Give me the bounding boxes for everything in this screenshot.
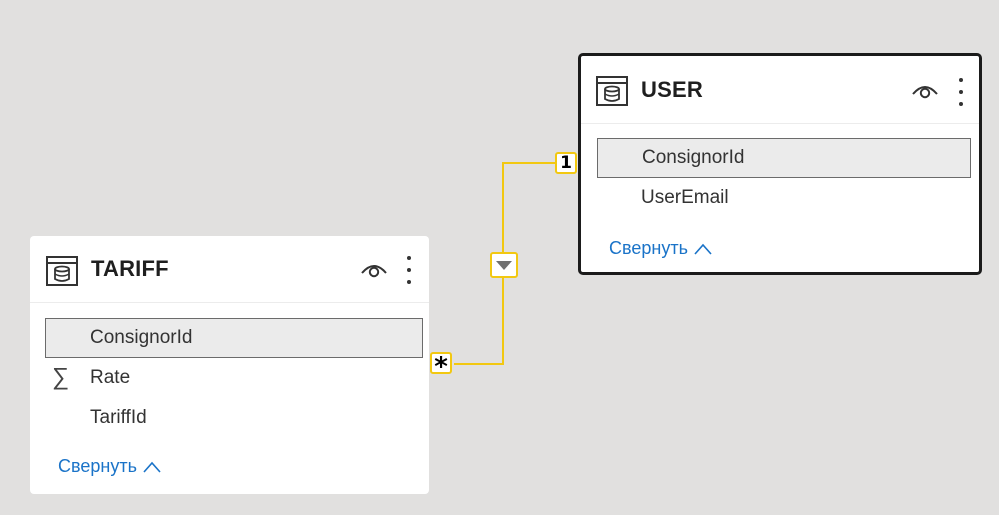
field-consignorid[interactable]: ConsignorId xyxy=(45,318,423,358)
table-card-user[interactable]: USER ConsignorId UserEmail Свернуть xyxy=(578,53,982,275)
more-options-icon[interactable] xyxy=(956,78,966,106)
chevron-up-icon xyxy=(143,461,161,473)
collapse-label: Свернуть xyxy=(58,456,137,476)
table-title: USER xyxy=(641,77,703,102)
field-tariffid[interactable]: TariffId xyxy=(30,398,429,438)
cardinality-one-badge: 1 xyxy=(555,152,577,174)
cardinality-many-label: * xyxy=(434,351,448,382)
table-header[interactable]: USER xyxy=(581,56,979,124)
field-rate[interactable]: ∑ Rate xyxy=(30,358,429,398)
table-icon xyxy=(46,256,78,286)
cardinality-one-label: 1 xyxy=(560,153,572,173)
table-header[interactable]: TARIFF xyxy=(30,236,429,303)
field-label: UserEmail xyxy=(641,187,729,208)
triangle-down-icon xyxy=(496,260,512,270)
table-title: TARIFF xyxy=(91,256,169,281)
field-consignorid[interactable]: ConsignorId xyxy=(597,138,971,178)
table-card-tariff[interactable]: TARIFF ConsignorId ∑ Rate TariffId Сверн… xyxy=(30,236,429,494)
chevron-up-icon xyxy=(694,243,712,255)
collapse-link[interactable]: Свернуть xyxy=(609,238,712,259)
collapse-link[interactable]: Свернуть xyxy=(58,456,161,477)
field-list: ConsignorId UserEmail xyxy=(581,124,979,218)
collapse-label: Свернуть xyxy=(609,238,688,258)
cardinality-many-badge: * xyxy=(430,352,452,380)
field-useremail[interactable]: UserEmail xyxy=(581,178,979,218)
field-label: ConsignorId xyxy=(90,327,193,348)
sigma-icon: ∑ xyxy=(52,363,70,391)
eye-icon[interactable] xyxy=(911,81,939,101)
field-label: TariffId xyxy=(90,407,147,428)
more-options-icon[interactable] xyxy=(404,256,414,284)
model-canvas[interactable]: 1 * TARIFF ConsignorId ∑ Rate TariffId С… xyxy=(0,0,999,515)
field-list: ConsignorId ∑ Rate TariffId xyxy=(30,303,429,438)
cross-filter-direction-badge[interactable] xyxy=(490,252,518,278)
eye-icon[interactable] xyxy=(360,260,388,280)
field-label: Rate xyxy=(90,367,131,388)
field-label: ConsignorId xyxy=(642,147,745,168)
table-icon xyxy=(596,76,628,106)
